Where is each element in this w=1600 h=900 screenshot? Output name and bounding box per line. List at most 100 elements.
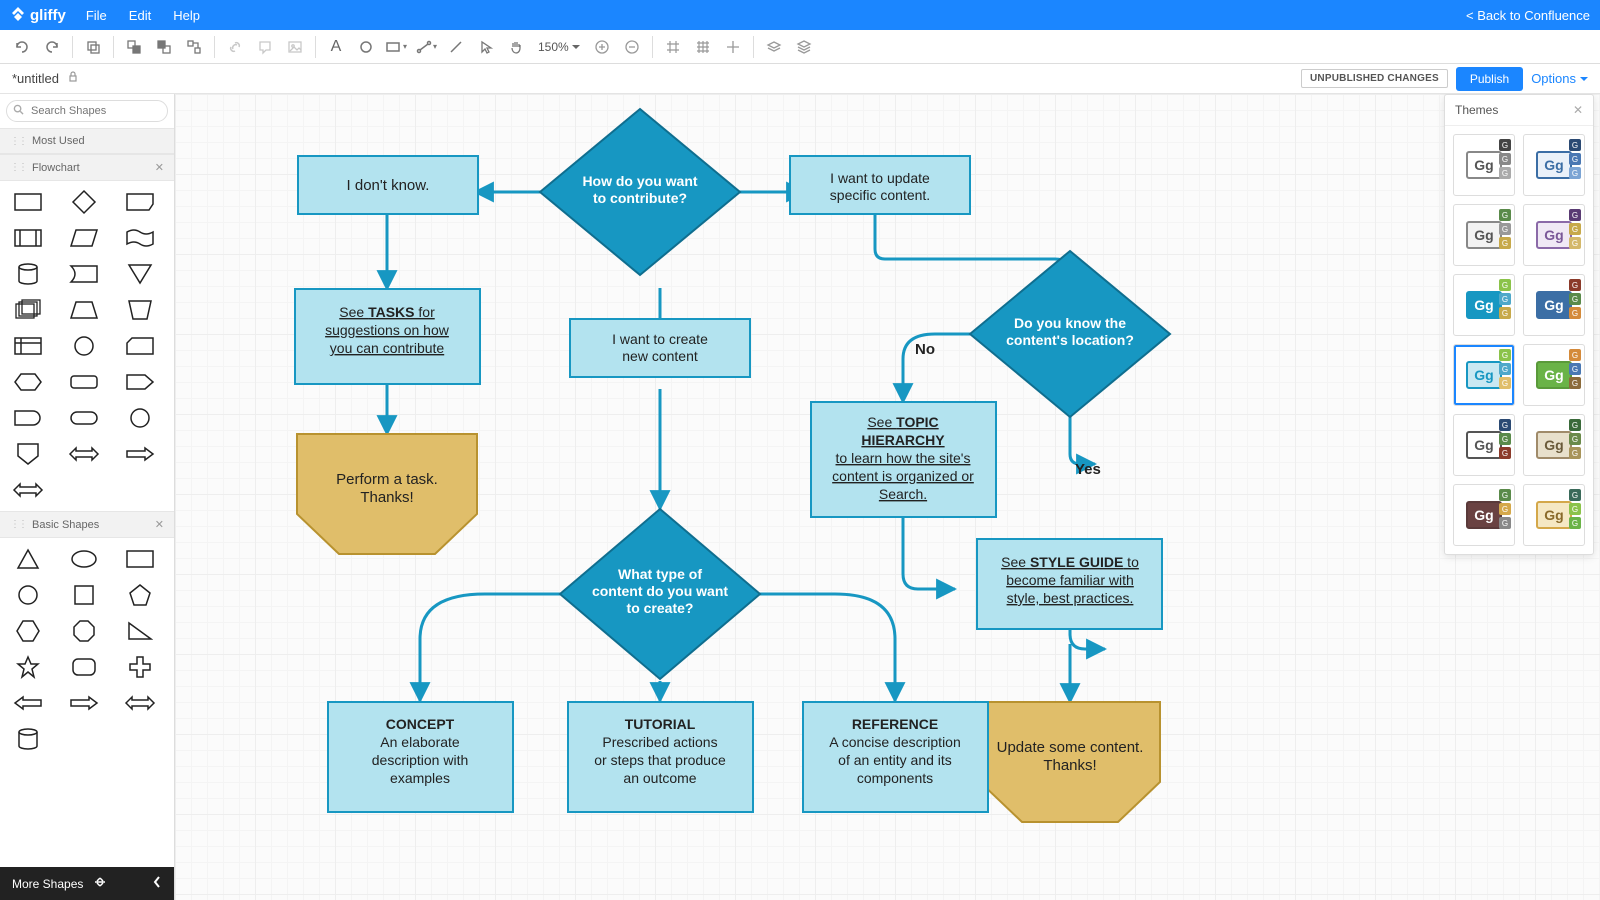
shape-display[interactable] <box>66 261 102 287</box>
circle-tool[interactable] <box>352 33 380 61</box>
zoom-in-button[interactable] <box>588 33 616 61</box>
theme-swatch[interactable]: GgGGG <box>1453 484 1515 546</box>
panel-flowchart[interactable]: ⋮⋮Flowchart✕ <box>0 154 174 181</box>
shape-rect[interactable] <box>122 546 158 572</box>
shape-terminator[interactable] <box>66 405 102 431</box>
theme-swatch[interactable]: GgGGG <box>1453 204 1515 266</box>
node-concept[interactable]: CONCEPTAn elaboratedescription withexamp… <box>328 702 513 812</box>
shape-trapezoid[interactable] <box>66 297 102 323</box>
menu-file[interactable]: File <box>86 8 107 23</box>
snap-toggle[interactable] <box>689 33 717 61</box>
shape-hexagon2[interactable] <box>10 618 46 644</box>
bring-front-button[interactable] <box>120 33 148 61</box>
rect-tool[interactable]: ▾ <box>382 33 410 61</box>
shape-arrow-lr[interactable] <box>66 441 102 467</box>
shape-multidoc[interactable] <box>10 297 46 323</box>
note-button[interactable] <box>251 33 279 61</box>
copy-button[interactable] <box>79 33 107 61</box>
group-button[interactable] <box>180 33 208 61</box>
shape-cylinder[interactable] <box>10 261 46 287</box>
theme-swatch[interactable]: GgGGG <box>1523 204 1585 266</box>
link-button[interactable] <box>221 33 249 61</box>
theme-swatch[interactable]: GgGGG <box>1453 344 1515 406</box>
shape-pill-right[interactable] <box>122 369 158 395</box>
node-perform-task[interactable]: Perform a task.Thanks! <box>297 434 477 554</box>
node-style-guide[interactable]: See STYLE GUIDE tobecome familiar withst… <box>977 539 1162 629</box>
shape-octagon[interactable] <box>66 618 102 644</box>
shape-flag[interactable] <box>122 189 158 215</box>
shape-circle3[interactable] <box>10 582 46 608</box>
node-tasks[interactable]: See TASKS forsuggestions on howyou can c… <box>295 289 480 384</box>
shape-hexagon[interactable] <box>10 369 46 395</box>
search-input[interactable] <box>6 100 168 122</box>
app-logo[interactable]: gliffy <box>10 7 66 24</box>
pan-tool[interactable] <box>502 33 530 61</box>
shape-star[interactable] <box>10 654 46 680</box>
layers2-button[interactable] <box>790 33 818 61</box>
theme-swatch[interactable]: GgGGG <box>1523 344 1585 406</box>
guides-button[interactable] <box>719 33 747 61</box>
layers-button[interactable] <box>760 33 788 61</box>
line-tool[interactable] <box>442 33 470 61</box>
shape-circle2[interactable] <box>122 405 158 431</box>
node-reference[interactable]: REFERENCEA concise descriptionof an enti… <box>803 702 988 812</box>
undo-button[interactable] <box>8 33 36 61</box>
node-create-new[interactable]: I want to createnew content <box>570 319 750 377</box>
shape-cylinder2[interactable] <box>10 726 46 752</box>
zoom-level[interactable]: 150% <box>538 40 580 54</box>
shape-arrow-left[interactable] <box>10 690 46 716</box>
shape-triangle-down[interactable] <box>122 261 158 287</box>
shape-rectangle[interactable] <box>10 189 46 215</box>
back-to-confluence[interactable]: < Back to Confluence <box>1466 8 1590 23</box>
shape-arrow-lr3[interactable] <box>122 690 158 716</box>
node-tutorial[interactable]: TUTORIALPrescribed actionsor steps that … <box>568 702 753 812</box>
doc-title[interactable]: *untitled <box>12 71 59 86</box>
shape-arrow-r2[interactable] <box>66 690 102 716</box>
shape-arrow-lr2[interactable] <box>10 477 46 503</box>
text-tool[interactable]: A <box>322 33 350 61</box>
node-know-location[interactable]: Do you know thecontent's location? <box>970 251 1170 417</box>
shape-plus[interactable] <box>122 654 158 680</box>
close-icon[interactable]: ✕ <box>155 161 164 174</box>
node-start-decision[interactable]: How do you wantto contribute? <box>540 109 740 275</box>
node-topic-hierarchy[interactable]: See TOPICHIERARCHYto learn how the site'… <box>811 402 996 517</box>
panel-basic-shapes[interactable]: ⋮⋮Basic Shapes✕ <box>0 511 174 538</box>
theme-swatch[interactable]: GgGGG <box>1523 274 1585 336</box>
shape-arrow-r[interactable] <box>122 441 158 467</box>
node-update-content[interactable]: Update some content.Thanks! <box>980 702 1160 822</box>
more-shapes-button[interactable]: More Shapes <box>0 867 174 900</box>
shape-rounded-square[interactable] <box>66 654 102 680</box>
close-icon[interactable]: ✕ <box>1573 103 1583 117</box>
shape-triangle[interactable] <box>10 546 46 572</box>
canvas[interactable]: No Yes How do you wantto contribute? I d… <box>175 94 1600 900</box>
theme-swatch[interactable]: GgGGG <box>1523 414 1585 476</box>
grid-toggle[interactable] <box>659 33 687 61</box>
shape-right-triangle[interactable] <box>122 618 158 644</box>
shape-ellipse[interactable] <box>66 546 102 572</box>
node-content-type[interactable]: What type ofcontent do you wantto create… <box>560 509 760 679</box>
shape-wave[interactable] <box>122 225 158 251</box>
publish-button[interactable]: Publish <box>1456 67 1523 91</box>
options-dropdown[interactable]: Options <box>1531 71 1588 86</box>
pointer-tool[interactable] <box>472 33 500 61</box>
zoom-out-button[interactable] <box>618 33 646 61</box>
menu-edit[interactable]: Edit <box>129 8 151 23</box>
image-button[interactable] <box>281 33 309 61</box>
close-icon[interactable]: ✕ <box>155 518 164 531</box>
connector-tool[interactable]: ▾ <box>412 33 440 61</box>
shape-circle[interactable] <box>66 333 102 359</box>
shape-internal-storage[interactable] <box>10 333 46 359</box>
shape-pentagon[interactable] <box>122 582 158 608</box>
send-back-button[interactable] <box>150 33 178 61</box>
theme-swatch[interactable]: GgGGG <box>1453 274 1515 336</box>
shape-delay[interactable] <box>10 405 46 431</box>
node-dont-know[interactable]: I don't know. <box>298 156 478 214</box>
shape-offpage[interactable] <box>10 441 46 467</box>
shape-subprocess[interactable] <box>10 225 46 251</box>
shape-parallelogram[interactable] <box>66 225 102 251</box>
shape-manual[interactable] <box>122 297 158 323</box>
redo-button[interactable] <box>38 33 66 61</box>
menu-help[interactable]: Help <box>173 8 200 23</box>
shape-card[interactable] <box>122 333 158 359</box>
shape-diamond[interactable] <box>66 189 102 215</box>
